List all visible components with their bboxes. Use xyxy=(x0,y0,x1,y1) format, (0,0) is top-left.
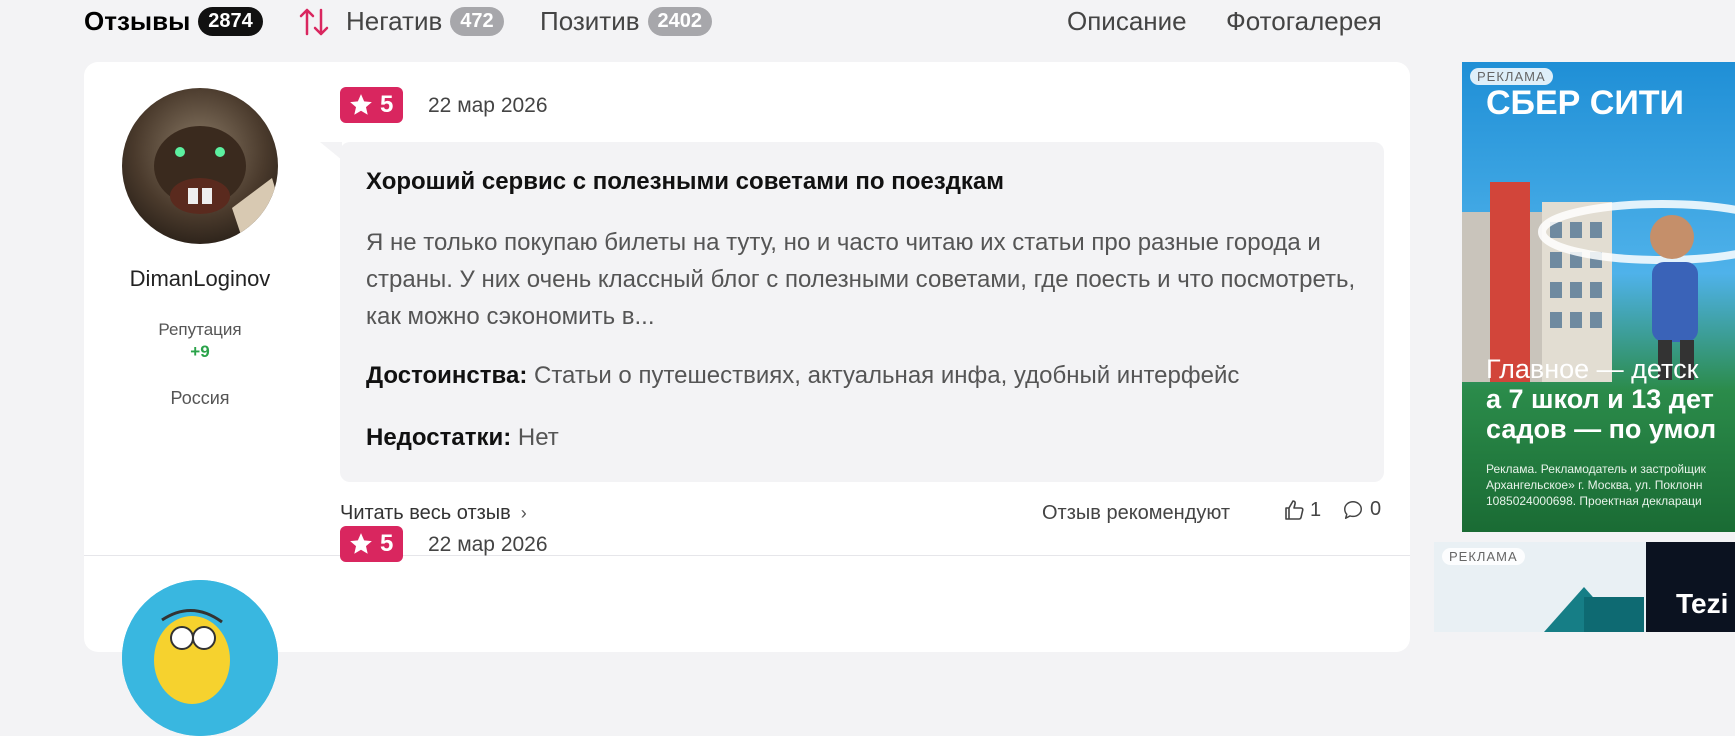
beaver-avatar-image xyxy=(122,88,278,244)
review-pros: Достоинства: Статьи о путешествиях, акту… xyxy=(366,362,1239,390)
ad-label: РЕКЛАМА xyxy=(1470,68,1553,85)
tab-negative[interactable]: Негатив 472 xyxy=(346,6,504,37)
ad-title: СБЕР СИТИ xyxy=(1486,84,1684,122)
tab-positive[interactable]: Позитив 2402 xyxy=(540,6,713,37)
pros-label: Достоинства: xyxy=(366,362,528,389)
ad-disclaimer-3: 1085024000698. Проектная деклараци xyxy=(1486,494,1702,508)
review-divider xyxy=(84,555,1410,556)
tab-reviews-label: Отзывы xyxy=(84,6,191,36)
ad-disclaimer-1: Реклама. Рекламодатель и застройщик xyxy=(1486,462,1706,476)
ad-label: РЕКЛАМА xyxy=(1442,548,1525,565)
cartoon-avatar-image xyxy=(122,580,278,736)
reviews-count-badge: 2874 xyxy=(198,7,263,36)
tab-negative-label: Негатив xyxy=(346,6,443,36)
star-icon xyxy=(350,533,372,554)
ad-disclaimer-2: Архангельское» г. Москва, ул. Поклонн xyxy=(1486,478,1703,492)
thumbs-up-icon xyxy=(1285,500,1304,520)
sort-icon[interactable] xyxy=(296,4,332,40)
ad-banner-sber-city[interactable]: РЕКЛАМА СБЕР СИТИ Главное — детск а 7 шк… xyxy=(1462,62,1735,532)
tab-reviews[interactable]: Отзывы 2874 xyxy=(84,6,263,37)
comments-count: 0 xyxy=(1370,498,1382,520)
star-icon xyxy=(350,94,372,115)
ad-2-text: Tezi xyxy=(1676,588,1729,619)
cons-text: Нет xyxy=(517,424,559,451)
read-more-label: Читать весь отзыв xyxy=(340,502,511,524)
recommend-label: Отзыв рекомендуют xyxy=(1042,502,1231,524)
review-cons: Недостатки: Нет xyxy=(366,424,559,452)
ad-line-2: а 7 школ и 13 дет xyxy=(1486,384,1714,414)
read-full-review-link[interactable]: Читать весь отзыв › xyxy=(340,502,527,525)
avatar[interactable] xyxy=(122,580,278,736)
ad-banner-2[interactable]: РЕКЛАМА Tezi xyxy=(1434,542,1735,632)
comment-icon xyxy=(1344,500,1362,519)
rating-badge: 5 xyxy=(340,526,404,562)
ad-line-3: садов — по умол xyxy=(1486,414,1717,444)
chevron-right-icon: › xyxy=(520,503,527,523)
review-text: Я не только покупаю билеты на туту, но и… xyxy=(366,229,1356,330)
review-date: 22 мар 2026 xyxy=(428,533,548,556)
review-card: DimanLoginov Репутация +9 Россия 5 22 ма… xyxy=(84,62,1410,736)
avatar[interactable] xyxy=(122,88,278,244)
rating-value: 5 xyxy=(380,91,394,118)
negative-count-badge: 472 xyxy=(450,7,504,36)
likes-count: 1 xyxy=(1310,498,1322,521)
review-date: 22 мар 2026 xyxy=(428,94,548,117)
pros-text: Статьи о путешествиях, актуальная инфа, … xyxy=(533,362,1240,389)
reputation-label: Репутация xyxy=(158,320,242,339)
reputation-value: +9 xyxy=(190,342,210,361)
like-button[interactable]: 1 xyxy=(1282,498,1321,522)
author-name[interactable]: DimanLoginov xyxy=(84,266,316,292)
rating-badge: 5 xyxy=(340,87,404,123)
review-title[interactable]: Хороший сервис с полезными советами по п… xyxy=(366,168,1004,196)
cons-label: Недостатки: xyxy=(366,424,512,451)
reviews-tabs: Отзывы 2874 Негатив 472 Позитив 2402 Опи… xyxy=(84,0,1414,44)
tab-gallery[interactable]: Фотогалерея xyxy=(1226,6,1382,37)
bubble-tail xyxy=(320,142,342,160)
positive-count-badge: 2402 xyxy=(647,7,713,36)
ad-line-1: Главное — детск xyxy=(1486,354,1699,384)
tab-description[interactable]: Описание xyxy=(1067,6,1187,37)
tab-positive-label: Позитив xyxy=(540,6,640,36)
comments-button[interactable]: 0 xyxy=(1342,498,1381,521)
review-body: Хороший сервис с полезными советами по п… xyxy=(340,142,1384,482)
author-country: Россия xyxy=(170,388,230,408)
rating-value: 5 xyxy=(380,530,394,557)
